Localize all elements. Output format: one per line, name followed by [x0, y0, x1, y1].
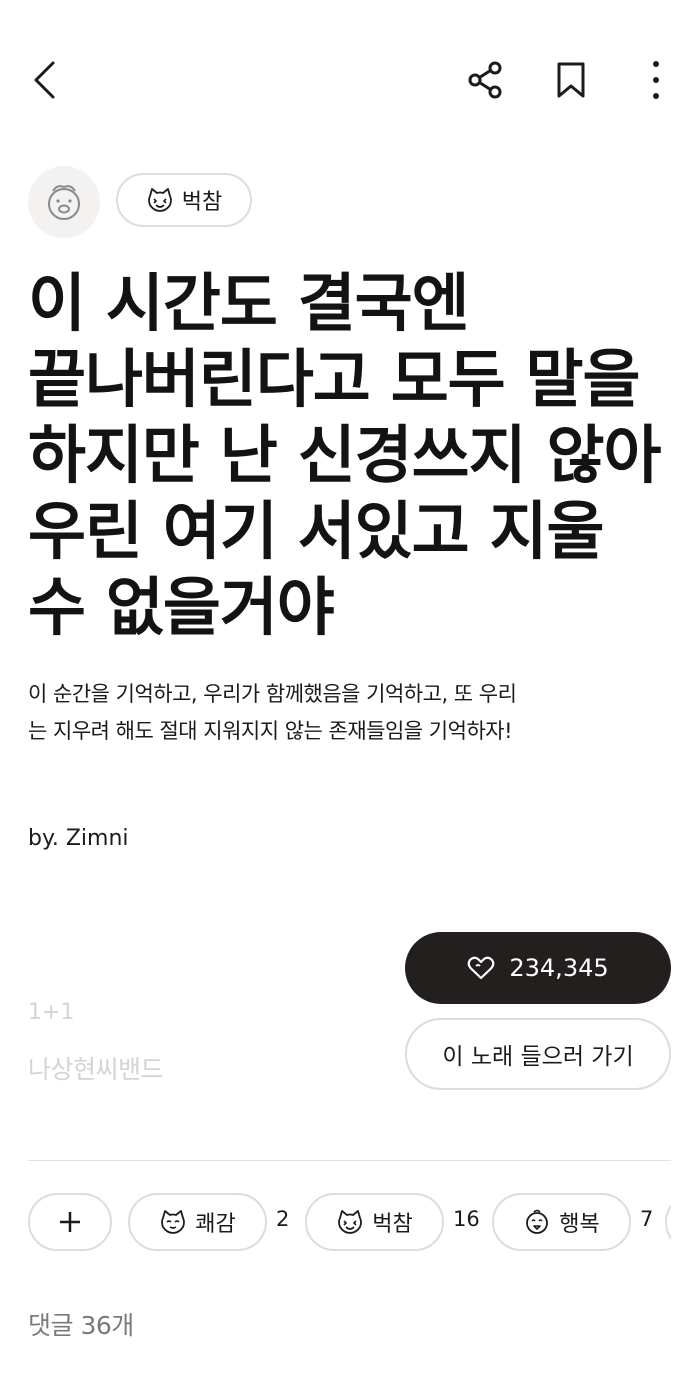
like-count: 234,345 [509, 954, 609, 982]
listen-song-button[interactable]: 이 노래 들으러 가기 [405, 1018, 671, 1090]
share-icon [468, 61, 502, 99]
emotion-tag-chip[interactable]: 벅참 [116, 173, 252, 227]
reaction-bar: 쾌감 2 벅참 16 행복 7 [28, 1193, 671, 1253]
excited-cat-icon [147, 188, 172, 212]
bookmark-icon [557, 62, 585, 98]
reaction-label: 벅참 [372, 1212, 413, 1237]
share-button[interactable] [462, 56, 508, 104]
reaction-chip-thrill[interactable]: 쾌감 [128, 1193, 267, 1251]
more-options-button[interactable] [636, 56, 676, 104]
reaction-label: 행복 [559, 1212, 600, 1237]
back-button[interactable] [22, 56, 66, 104]
reaction-chip-partial[interactable] [665, 1193, 671, 1251]
reaction-label: 쾌감 [195, 1212, 236, 1237]
more-vertical-icon [653, 61, 659, 99]
plus-icon [60, 1212, 80, 1232]
excited-cat-icon [338, 1210, 363, 1234]
reaction-chip-happy[interactable]: 행복 [492, 1193, 631, 1251]
heart-icon [468, 956, 495, 980]
comments-header[interactable]: 댓글 36개 [28, 1306, 134, 1342]
post-description: 이 순간을 기억하고, 우리가 함께했음을 기억하고, 또 우리는 지우려 해도… [28, 682, 517, 743]
like-button[interactable]: 234,345 [405, 932, 671, 1004]
post-author: by. Zimni [28, 826, 129, 851]
reaction-count: 2 [276, 1207, 290, 1231]
tag-label: 벅참 [181, 190, 223, 215]
add-reaction-button[interactable] [28, 1193, 112, 1251]
chevron-left-icon [34, 61, 55, 99]
section-divider [28, 1160, 671, 1161]
cat-face-icon [161, 1210, 186, 1234]
post-title: 이 시간도 결국엔 끝나버린다고 모두 말을 하지만 난 신경쓰지 않아 우린 … [28, 267, 661, 644]
listen-song-label: 이 노래 들으러 가기 [442, 1044, 634, 1070]
reaction-count: 16 [453, 1207, 480, 1231]
author-avatar[interactable] [28, 166, 100, 238]
song-title: 1+1 [28, 1000, 75, 1025]
song-artist: 나상현씨밴드 [28, 1055, 164, 1084]
pig-face-icon [48, 185, 80, 220]
reaction-chip-excited[interactable]: 벅참 [305, 1193, 444, 1251]
reaction-count: 7 [640, 1207, 654, 1231]
happy-chick-icon [526, 1209, 549, 1234]
bookmark-button[interactable] [548, 56, 594, 104]
top-bar [0, 0, 700, 160]
